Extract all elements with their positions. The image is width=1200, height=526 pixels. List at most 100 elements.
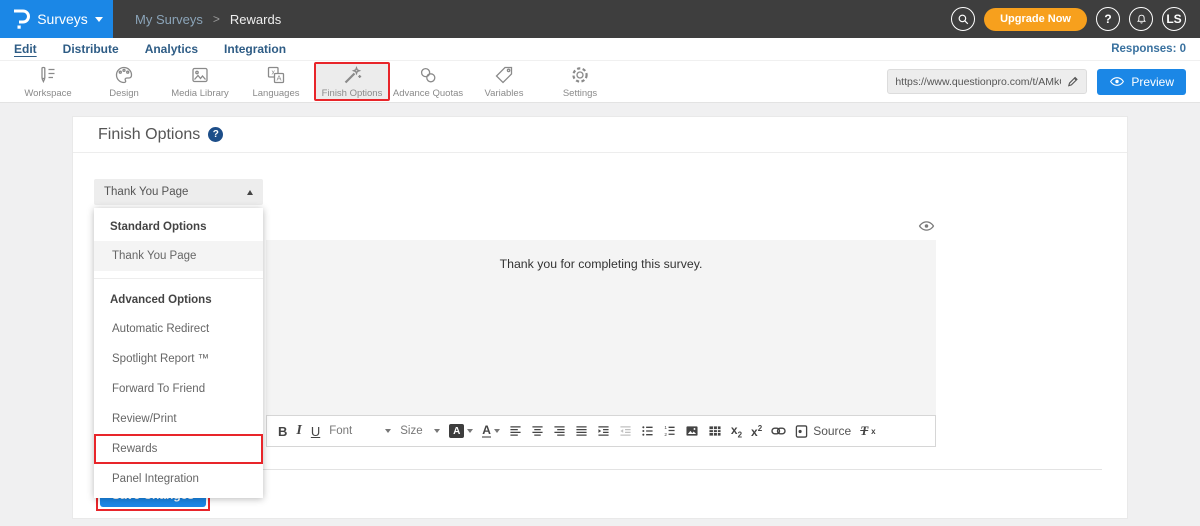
preview-button[interactable]: Preview [1097,69,1186,95]
indent-decrease-icon [619,425,632,437]
finish-options-icon [341,64,363,86]
menu-header-standard-options: Standard Options [94,213,263,241]
indent-increase-button[interactable] [597,425,610,437]
svg-text:2: 2 [664,432,667,437]
toolbar-item-finish-options[interactable]: Finish Options [314,62,390,101]
toolbar-item-settings[interactable]: Settings [542,62,618,101]
insert-table-button[interactable] [708,425,722,437]
responses-count[interactable]: Responses: 0 [1111,43,1186,55]
align-center-icon [531,425,544,437]
search-icon [957,13,970,26]
italic-button[interactable]: I [296,423,301,439]
tab-integration[interactable]: Integration [224,42,286,56]
align-left-button[interactable] [509,425,522,437]
editor-preview-toggle[interactable] [918,219,935,237]
insert-image-button[interactable] [685,425,699,437]
menu-item-automatic-redirect[interactable]: Automatic Redirect [94,314,263,344]
tab-analytics[interactable]: Analytics [145,42,198,56]
questionpro-logo [10,7,30,31]
workspace-icon [37,64,59,86]
toolbar-item-design[interactable]: Design [86,62,162,101]
chevron-down-icon [385,429,391,433]
product-name: Surveys [37,11,88,27]
page-title: Finish Options [98,126,200,144]
design-icon [113,64,135,86]
source-button[interactable]: Source [795,424,851,438]
survey-url-field[interactable]: https://www.questionpro.com/t/AMkGQ [887,69,1087,94]
remove-format-button[interactable]: Tx [860,423,875,439]
finish-type-selected: Thank You Page [104,186,188,198]
chevron-down-icon [434,429,440,433]
advance-quotas-icon [417,64,439,86]
help-button[interactable]: ? [1096,7,1120,31]
bulleted-list-button[interactable] [641,425,654,437]
thank-you-editor: Thank you for completing this survey. B … [266,240,936,447]
chevron-down-icon [95,17,103,22]
variables-icon [493,64,515,86]
text-color-button[interactable]: A [482,424,500,439]
toolbar-item-advance-quotas[interactable]: Advance Quotas [390,62,466,101]
chevron-up-icon [247,190,253,195]
align-left-icon [509,425,522,437]
table-icon [708,425,722,437]
menu-divider [94,278,263,279]
notifications-button[interactable] [1129,7,1153,31]
app-header: Surveys My Surveys > Rewards Upgrade Now… [0,0,1200,38]
chevron-down-icon [494,429,500,433]
product-switcher[interactable]: Surveys [0,0,113,38]
upgrade-now-button[interactable]: Upgrade Now [984,8,1087,31]
image-icon [685,425,699,437]
tab-edit[interactable]: Edit [14,42,37,56]
toolbar-item-variables[interactable]: Variables [466,62,542,101]
breadcrumb-current: Rewards [230,12,281,27]
title-help-icon[interactable]: ? [208,127,223,142]
indent-decrease-button[interactable] [619,425,632,437]
edit-toolbar: Workspace Design Media Library x A Langu… [0,60,1200,103]
edit-url-pencil-icon[interactable] [1066,75,1079,88]
svg-text:1: 1 [664,425,667,430]
languages-icon: x A [265,64,287,86]
survey-link-zone: https://www.questionpro.com/t/AMkGQ Prev… [887,69,1186,95]
background-color-button[interactable]: A [449,424,473,438]
editor-toolbar: B I U Font Size A A 12 x2 x2 S [266,415,936,447]
underline-button[interactable]: U [311,424,320,439]
survey-url: https://www.questionpro.com/t/AMkGQ [895,76,1061,88]
settings-gear-icon [569,64,591,86]
indent-increase-icon [597,425,610,437]
insert-link-button[interactable] [771,426,786,436]
superscript-button[interactable]: x2 [751,424,762,439]
menu-item-panel-integration[interactable]: Panel Integration [94,464,263,494]
bold-button[interactable]: B [278,424,287,439]
menu-item-spotlight-report[interactable]: Spotlight Report ™ [94,344,263,374]
finish-type-select[interactable]: Thank You Page [94,179,263,205]
subscript-button[interactable]: x2 [731,423,742,439]
align-right-button[interactable] [553,425,566,437]
editor-content[interactable]: Thank you for completing this survey. [266,240,936,415]
background-color-icon: A [449,424,464,438]
toolbar-item-languages[interactable]: x A Languages [238,62,314,101]
breadcrumb-my-surveys[interactable]: My Surveys [135,12,203,27]
eye-icon [1109,76,1125,87]
size-dropdown[interactable]: Size [400,425,440,437]
avatar[interactable]: LS [1162,7,1186,31]
align-right-icon [553,425,566,437]
tab-distribute[interactable]: Distribute [63,42,119,56]
menu-header-advanced-options: Advanced Options [94,286,263,314]
toolbar-item-workspace[interactable]: Workspace [10,62,86,101]
menu-item-forward-to-friend[interactable]: Forward To Friend [94,374,263,404]
numbered-list-icon: 12 [663,425,676,437]
numbered-list-button[interactable]: 12 [663,425,676,437]
bell-icon [1135,12,1148,26]
menu-item-review-print[interactable]: Review/Print [94,404,263,434]
font-dropdown[interactable]: Font [329,425,391,437]
media-library-icon [189,64,211,86]
search-button[interactable] [951,7,975,31]
breadcrumb-separator: > [213,12,220,26]
menu-item-rewards[interactable]: Rewards [94,434,263,464]
svg-text:A: A [276,74,281,83]
align-justify-button[interactable] [575,425,588,437]
help-icon: ? [1104,12,1111,26]
align-center-button[interactable] [531,425,544,437]
toolbar-item-media-library[interactable]: Media Library [162,62,238,101]
menu-item-thank-you-page[interactable]: Thank You Page [94,241,263,271]
